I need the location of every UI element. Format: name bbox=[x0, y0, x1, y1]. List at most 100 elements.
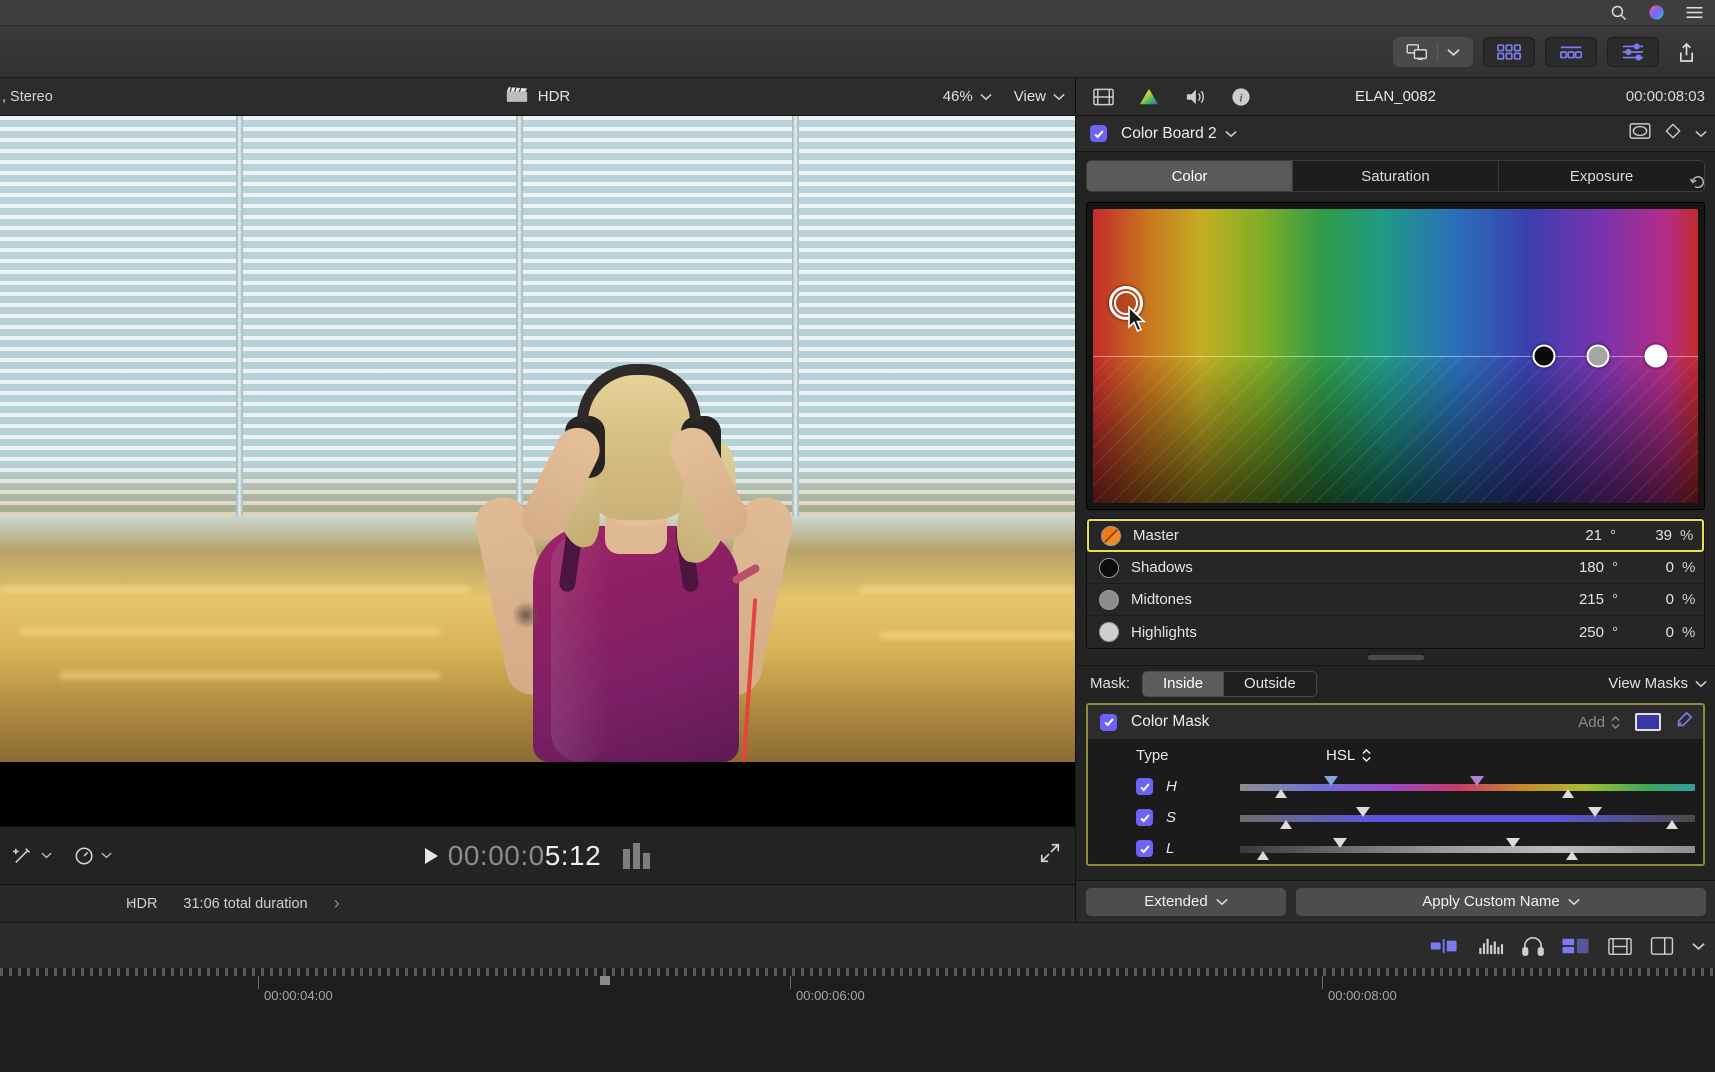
angle-value[interactable]: 21 bbox=[1562, 527, 1602, 544]
chevron-down-icon[interactable] bbox=[1224, 125, 1237, 143]
apply-custom-name-button[interactable]: Apply Custom Name bbox=[1296, 887, 1706, 916]
headphones-icon[interactable] bbox=[1522, 936, 1544, 956]
view-masks-control[interactable]: View Masks bbox=[1608, 675, 1707, 692]
filmstrip-icon[interactable] bbox=[1608, 937, 1632, 956]
angle-value[interactable]: 250 bbox=[1564, 624, 1604, 641]
puck-highlights[interactable] bbox=[1644, 344, 1668, 368]
handle-outer-right[interactable] bbox=[1566, 850, 1579, 860]
channel-l-slider[interactable] bbox=[1240, 837, 1695, 860]
timeline-ruler[interactable]: 00:00:04:00 00:00:06:00 00:00:08:00 bbox=[0, 976, 1715, 1010]
color-row-highlights[interactable]: Highlights 250 ° 0 % bbox=[1087, 616, 1704, 648]
zoom-level-control[interactable]: 46% bbox=[943, 88, 992, 105]
handle-outer-right[interactable] bbox=[1666, 819, 1679, 829]
panel-resize-grabber[interactable] bbox=[1076, 649, 1715, 665]
add-mask-control[interactable]: Add bbox=[1578, 714, 1621, 731]
color-row-shadows[interactable]: Shadows 180 ° 0 % bbox=[1087, 552, 1704, 584]
handle-outer-left[interactable] bbox=[1279, 819, 1292, 829]
display-options-group[interactable] bbox=[1393, 37, 1473, 67]
mask-inside-outside-toggle[interactable]: Inside Outside bbox=[1142, 670, 1317, 697]
shape-mask-icon[interactable] bbox=[1629, 123, 1651, 144]
handle-outer-left[interactable] bbox=[1256, 850, 1269, 860]
tab-video[interactable] bbox=[1090, 84, 1116, 110]
playhead-timecode-group[interactable]: 00:00:05:12 bbox=[0, 840, 1075, 872]
chevron-down-icon[interactable] bbox=[1692, 942, 1705, 951]
color-row-label: Master bbox=[1133, 527, 1179, 544]
mask-inside-option[interactable]: Inside bbox=[1143, 671, 1225, 696]
channel-s-checkbox[interactable] bbox=[1136, 809, 1153, 826]
puck-midtones[interactable] bbox=[1586, 344, 1610, 368]
audio-mix-icon[interactable] bbox=[1430, 938, 1460, 954]
viewer-timecode[interactable]: 00:00:05:12 bbox=[448, 840, 601, 872]
effect-enabled-checkbox[interactable] bbox=[1090, 125, 1107, 142]
tab-info[interactable]: i bbox=[1228, 84, 1254, 110]
search-icon[interactable] bbox=[1607, 4, 1629, 22]
mask-type-value-control[interactable]: HSL bbox=[1326, 747, 1372, 764]
handle-outer-right[interactable] bbox=[1561, 788, 1574, 798]
channel-l-checkbox[interactable] bbox=[1136, 840, 1153, 857]
percent-value[interactable]: 0 bbox=[1634, 591, 1674, 608]
tab-audio[interactable] bbox=[1182, 84, 1208, 110]
video-scope-icon[interactable] bbox=[1562, 937, 1590, 955]
browser-grid-button[interactable] bbox=[1483, 37, 1535, 67]
color-row-master[interactable]: Master 21 ° 39 % bbox=[1087, 519, 1704, 552]
percent-value[interactable]: 39 bbox=[1632, 527, 1672, 544]
video-canvas[interactable] bbox=[0, 116, 1075, 826]
degree-unit: ° bbox=[1612, 623, 1618, 641]
menu-list-icon[interactable] bbox=[1683, 4, 1705, 22]
timeline-marker[interactable] bbox=[600, 976, 610, 985]
handle-inner-left[interactable] bbox=[1333, 837, 1348, 848]
clapperboard-icon bbox=[505, 85, 529, 109]
angle-value[interactable]: 215 bbox=[1564, 591, 1604, 608]
audio-meters-icon[interactable] bbox=[1478, 937, 1504, 955]
tab-color-board-saturation[interactable]: Saturation bbox=[1293, 161, 1499, 191]
color-mask-header: Color Mask Add bbox=[1088, 705, 1703, 739]
fullscreen-button[interactable] bbox=[1039, 842, 1061, 869]
eyedropper-icon[interactable] bbox=[1675, 711, 1693, 734]
tab-color-board-exposure[interactable]: Exposure bbox=[1499, 161, 1704, 191]
chevron-left-icon[interactable]: ‹ bbox=[128, 893, 134, 914]
screens-icon[interactable] bbox=[1397, 37, 1437, 67]
puck-master[interactable] bbox=[1109, 286, 1144, 321]
channel-s-label: S bbox=[1166, 809, 1177, 826]
handle-inner-left[interactable] bbox=[1355, 806, 1370, 817]
chevron-right-icon[interactable]: › bbox=[334, 893, 340, 914]
color-mask-swatch[interactable] bbox=[1635, 713, 1661, 731]
reset-arrow-icon[interactable] bbox=[1689, 174, 1707, 195]
audio-level-meter bbox=[623, 842, 651, 869]
window-layout-icon[interactable] bbox=[1650, 936, 1674, 956]
share-icon[interactable] bbox=[1669, 37, 1703, 67]
chevron-down-icon bbox=[1053, 93, 1065, 100]
handle-outer-left[interactable] bbox=[1274, 788, 1287, 798]
channel-h-checkbox[interactable] bbox=[1136, 778, 1153, 795]
play-icon[interactable] bbox=[424, 847, 438, 864]
keyframe-diamond-icon[interactable] bbox=[1665, 123, 1681, 144]
extended-dropdown-button[interactable]: Extended bbox=[1086, 887, 1286, 916]
handle-inner-right[interactable] bbox=[1587, 806, 1602, 817]
angle-value[interactable]: 180 bbox=[1564, 559, 1604, 576]
color-mask-title: Color Mask bbox=[1131, 713, 1210, 730]
control-center-icon[interactable] bbox=[1645, 4, 1667, 22]
swatch-highlights bbox=[1099, 622, 1119, 642]
list-view-button[interactable] bbox=[1545, 37, 1597, 67]
handle-inner-right[interactable] bbox=[1506, 837, 1520, 848]
channel-h-slider[interactable] bbox=[1240, 775, 1695, 798]
percent-value[interactable]: 0 bbox=[1634, 624, 1674, 641]
tab-color[interactable] bbox=[1136, 84, 1162, 110]
handle-inner-left[interactable] bbox=[1324, 775, 1338, 786]
sliders-button[interactable] bbox=[1607, 37, 1659, 67]
color-mask-enabled-checkbox[interactable] bbox=[1100, 713, 1117, 731]
channel-s-slider[interactable] bbox=[1240, 806, 1695, 829]
chevron-down-icon[interactable] bbox=[1695, 125, 1707, 143]
timeline-ruler-area[interactable]: 00:00:04:00 00:00:06:00 00:00:08:00 bbox=[0, 968, 1715, 1072]
mask-outside-option[interactable]: Outside bbox=[1224, 671, 1316, 696]
color-board[interactable] bbox=[1086, 202, 1705, 510]
percent-value[interactable]: 0 bbox=[1634, 559, 1674, 576]
view-menu-button[interactable]: View bbox=[1014, 88, 1065, 105]
handle-inner-right[interactable] bbox=[1469, 775, 1484, 786]
tab-color-board-color[interactable]: Color bbox=[1087, 161, 1293, 191]
viewer-format-group: HDR bbox=[0, 85, 1075, 109]
color-gradient-field[interactable] bbox=[1093, 209, 1698, 503]
puck-shadows[interactable] bbox=[1532, 344, 1556, 368]
chevron-down-icon[interactable] bbox=[1438, 37, 1469, 67]
color-row-midtones[interactable]: Midtones 215 ° 0 % bbox=[1087, 584, 1704, 616]
